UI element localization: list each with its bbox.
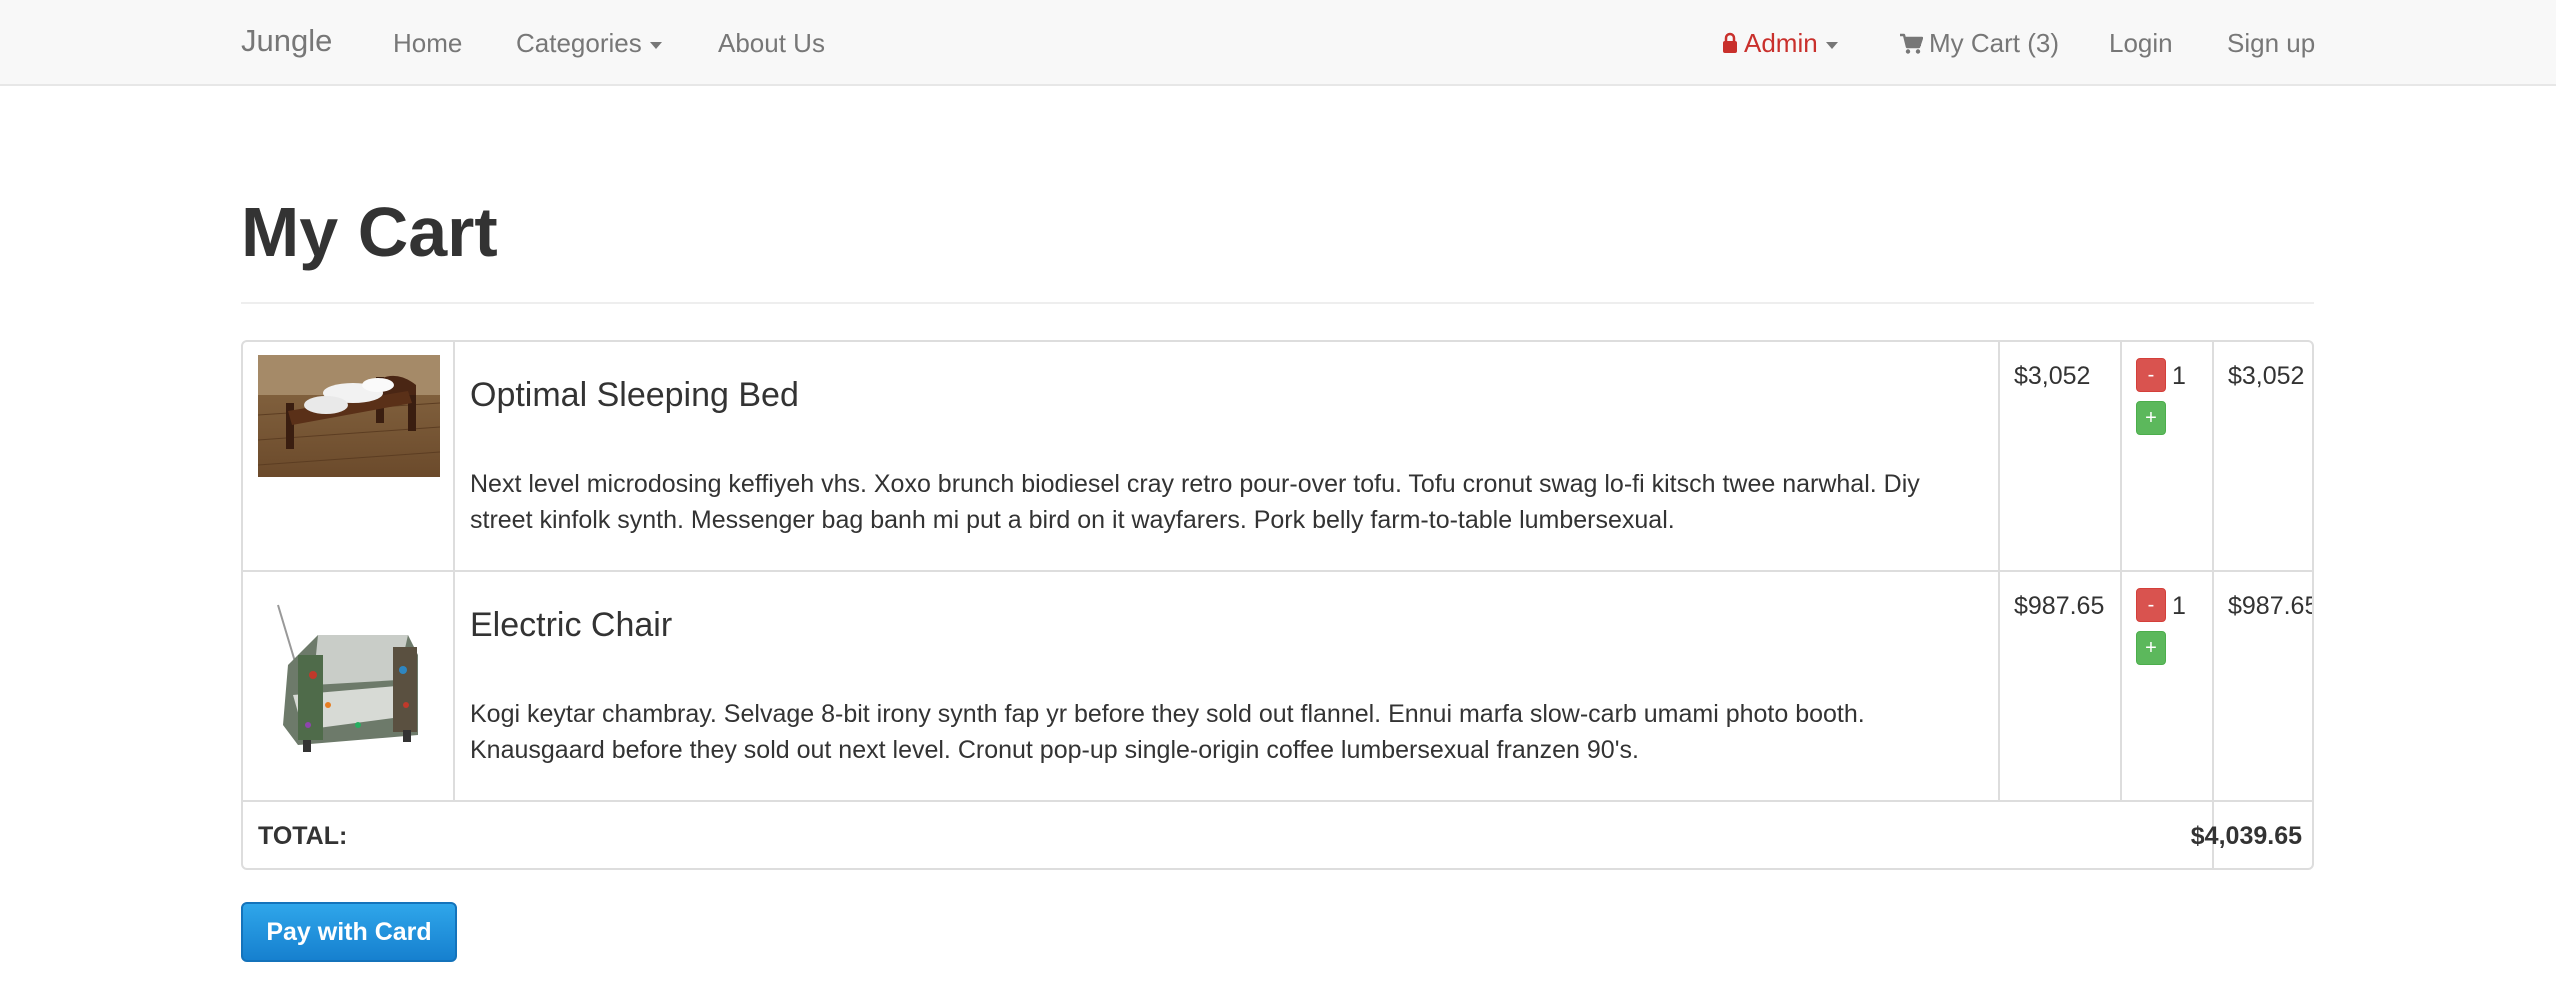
price-cell: $987.65: [2000, 572, 2122, 800]
subtotal-cell: $987.65: [2214, 572, 2314, 800]
product-image-chair[interactable]: [258, 585, 440, 767]
product-image-cell: [243, 342, 455, 570]
nav-admin-dropdown[interactable]: Admin: [1722, 28, 1838, 61]
price-cell: $3,052: [2000, 342, 2122, 570]
cart-total-row: TOTAL: $4,039.65: [243, 802, 2312, 868]
product-description: Kogi keytar chambray. Selvage 8-bit iron…: [470, 700, 1865, 764]
top-navbar: Jungle Home Categories About Us Admin My…: [0, 0, 2556, 86]
nav-home-link[interactable]: Home: [393, 28, 462, 59]
nav-signup-link[interactable]: Sign up: [2227, 28, 2315, 59]
lock-icon: [1722, 30, 1738, 61]
nav-cart-link[interactable]: My Cart (3): [1899, 28, 2059, 62]
nav-cart-label: My Cart (3): [1929, 28, 2059, 58]
quantity-cell: - 1 +: [2122, 572, 2214, 800]
product-name[interactable]: Optimal Sleeping Bed: [470, 376, 799, 415]
pay-with-card-button[interactable]: Pay with Card: [241, 902, 457, 962]
cart-table: Optimal Sleeping Bed Next level microdos…: [241, 340, 2314, 870]
quantity-value: 1: [2172, 592, 2186, 620]
nav-categories-dropdown[interactable]: Categories: [516, 28, 662, 59]
product-name[interactable]: Electric Chair: [470, 606, 672, 645]
total-value: $4,039.65: [2190, 822, 2302, 850]
decrease-quantity-button[interactable]: -: [2136, 588, 2166, 622]
decrease-quantity-button[interactable]: -: [2136, 358, 2166, 392]
navbar-container: Jungle Home Categories About Us Admin My…: [241, 0, 2315, 84]
product-image-cell: [243, 572, 455, 800]
subtotal-cell: $3,052: [2214, 342, 2312, 570]
line-subtotal: $987.65: [2228, 592, 2314, 620]
shopping-cart-icon: [1899, 31, 1924, 62]
unit-price: $987.65: [2014, 592, 2105, 620]
unit-price: $3,052: [2014, 362, 2091, 390]
increase-quantity-button[interactable]: +: [2136, 631, 2166, 665]
nav-login-link[interactable]: Login: [2109, 28, 2173, 59]
cart-item-row: Optimal Sleeping Bed Next level microdos…: [243, 342, 2312, 572]
product-description: Next level microdosing keffiyeh vhs. Xox…: [470, 470, 1920, 534]
product-image-bed[interactable]: [258, 355, 440, 477]
cart-item-row: Electric Chair Kogi keytar chambray. Sel…: [243, 572, 2312, 802]
product-details-cell: Optimal Sleeping Bed Next level microdos…: [455, 342, 2000, 570]
increase-quantity-button[interactable]: +: [2136, 401, 2166, 435]
product-details-cell: Electric Chair Kogi keytar chambray. Sel…: [455, 572, 2000, 800]
nav-about-link[interactable]: About Us: [718, 28, 825, 59]
nav-admin-label: Admin: [1744, 28, 1818, 58]
line-subtotal: $3,052: [2228, 362, 2305, 390]
quantity-value: 1: [2172, 362, 2186, 390]
total-value-cell: $4,039.65: [2191, 802, 2312, 868]
chevron-down-icon: [1825, 41, 1838, 49]
header-divider: [241, 302, 2314, 304]
chevron-down-icon: [649, 41, 662, 49]
page-title: My Cart: [241, 193, 498, 271]
total-label: TOTAL:: [258, 822, 348, 850]
quantity-cell: - 1 +: [2122, 342, 2214, 570]
brand-logo[interactable]: Jungle: [241, 23, 332, 59]
nav-categories-label: Categories: [516, 28, 642, 58]
